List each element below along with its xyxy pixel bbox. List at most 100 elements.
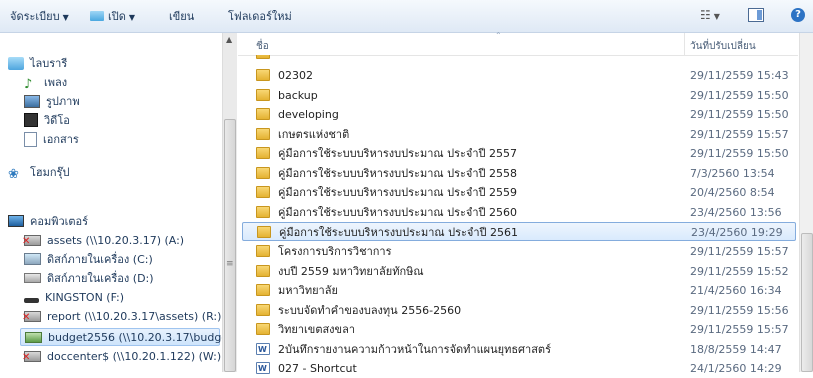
nav-drive-w[interactable]: ✕ doccenter$ (\\10.20.1.122) (W:) <box>22 348 222 366</box>
list-item[interactable]: ระบบจัดทำคำของบลงทุน 2556-2560 29/11/2559… <box>242 301 796 320</box>
item-date: 18/8/2559 14:47 <box>690 342 782 356</box>
chevron-down-icon: ▼ <box>62 13 69 22</box>
item-date: 24/1/2560 14:29 <box>690 362 782 376</box>
nav-label: โฮมกรุ๊ป <box>30 166 70 179</box>
nav-label: doccenter$ (\\10.20.1.122) (W:) <box>47 350 222 363</box>
folder-icon <box>256 108 270 121</box>
view-list-icon: ☷ <box>700 8 711 22</box>
preview-pane-button[interactable] <box>748 8 764 22</box>
file-list-scroll-thumb[interactable] <box>801 233 813 372</box>
list-item[interactable]: เกษตรแห่งชาติ 29/11/2559 15:57 <box>242 125 796 144</box>
list-item[interactable] <box>242 55 796 65</box>
list-item[interactable]: 027 - Shortcut 24/1/2560 14:29 <box>242 359 796 378</box>
network-drive-icon <box>25 331 42 343</box>
open-label: เปิด <box>108 10 126 23</box>
item-date: 23/4/2560 19:29 <box>691 226 783 240</box>
navigation-pane: ไลบรารี ♪ เพลง รูปภาพ วิดีโอ เอกสาร ❀ โฮมก… <box>0 33 232 372</box>
folder-icon <box>256 303 270 316</box>
folder-icon <box>256 147 270 160</box>
list-item[interactable]: คู่มือการใช้ระบบบริหารงบประมาณ ประจำปี 2… <box>242 203 796 222</box>
list-item[interactable]: developing 29/11/2559 15:50 <box>242 105 796 124</box>
nav-drive-r[interactable]: ✕ report (\\10.20.3.17\assets) (R:) <box>22 308 221 326</box>
list-item[interactable]: 2บันทึกรายงานความก้าวหน้าในการจัดทำแผนยุ… <box>242 340 796 359</box>
nav-homegroup[interactable]: ❀ โฮมกรุ๊ป <box>8 164 69 182</box>
open-button[interactable]: เปิด ▼ <box>90 9 135 25</box>
nav-scrollbar[interactable]: ▲ ≡ <box>222 33 237 372</box>
view-options-button[interactable]: ☷ ▼ <box>700 8 720 24</box>
folder-icon <box>256 69 270 81</box>
music-icon: ♪ <box>24 76 33 92</box>
nav-drive-d[interactable]: ดิสก์ภายในเครื่อง (D:) <box>24 270 154 288</box>
nav-drive-f[interactable]: KINGSTON (F:) <box>24 289 124 307</box>
computer-icon <box>8 215 24 227</box>
disconnected-icon: ✕ <box>22 351 31 363</box>
network-drive-icon: ✕ <box>22 310 41 322</box>
item-name: 2บันทึกรายงานความก้าวหน้าในการจัดทำแผนยุ… <box>278 342 551 356</box>
list-item[interactable]: คู่มือการใช้ระบบบริหารงบประมาณ ประจำปี 2… <box>242 183 796 202</box>
item-date: 29/11/2559 15:57 <box>690 323 789 337</box>
column-name[interactable]: ชื่อ <box>256 39 269 54</box>
documents-icon <box>24 131 37 147</box>
list-item[interactable]: คู่มือการใช้ระบบบริหารงบประมาณ ประจำปี 2… <box>242 222 796 242</box>
folder-icon <box>256 205 270 218</box>
burn-button[interactable]: เขียน <box>169 9 194 25</box>
network-drive-icon: ✕ <box>22 234 41 246</box>
folder-icon <box>256 323 270 336</box>
item-name: 02302 <box>278 69 313 82</box>
folder-icon <box>256 244 270 257</box>
homegroup-icon: ❀ <box>8 166 19 182</box>
nav-drive-budget[interactable]: budget2556 (\\10.20.3.17\budget <box>20 328 232 346</box>
nav-documents[interactable]: เอกสาร <box>24 131 79 149</box>
nav-label: วิดีโอ <box>44 114 70 127</box>
item-date: 20/4/2560 8:54 <box>690 186 775 200</box>
nav-drive-c[interactable]: ดิสก์ภายในเครื่อง (C:) <box>24 251 153 269</box>
nav-drive-a[interactable]: ✕ assets (\\10.20.3.17) (A:) <box>22 232 185 250</box>
item-date: 7/3/2560 13:54 <box>690 166 775 180</box>
pictures-icon <box>24 94 40 108</box>
list-item[interactable]: คู่มือการใช้ระบบบริหารงบประมาณ ประจำปี 2… <box>242 144 796 163</box>
list-item[interactable]: วิทยาเขตสงขลา 29/11/2559 15:57 <box>242 320 796 339</box>
list-item[interactable]: คู่มือการใช้ระบบบริหารงบประมาณ ประจำปี 2… <box>242 164 796 183</box>
help-button[interactable]: ? <box>791 8 805 22</box>
column-divider[interactable] <box>684 33 685 55</box>
item-name: วิทยาเขตสงขลา <box>278 323 355 337</box>
new-folder-button[interactable]: โฟลเดอร์ใหม่ <box>228 9 292 25</box>
list-item[interactable]: โครงการบริการวิชาการ 29/11/2559 15:57 <box>242 242 796 261</box>
nav-music[interactable]: ♪ เพลง <box>24 74 67 92</box>
item-date: 29/11/2559 15:43 <box>690 69 789 82</box>
item-name: คู่มือการใช้ระบบบริหารงบประมาณ ประจำปี 2… <box>278 205 517 219</box>
list-item[interactable]: มหาวิทยาลัย 21/4/2560 16:34 <box>242 281 796 300</box>
nav-label: คอมพิวเตอร์ <box>30 215 89 228</box>
list-item[interactable]: 02302 29/11/2559 15:43 <box>242 66 796 85</box>
network-drive-icon: ✕ <box>22 350 41 363</box>
nav-scroll-thumb[interactable] <box>224 119 236 372</box>
nav-label: ไลบรารี <box>30 57 68 70</box>
list-item[interactable]: งบปี 2559 มหาวิทยาลัยทักษิณ 29/11/2559 15… <box>242 262 796 281</box>
nav-computer[interactable]: คอมพิวเตอร์ <box>8 213 88 231</box>
help-icon: ? <box>795 9 801 20</box>
item-date: 29/11/2559 15:50 <box>690 147 789 161</box>
item-date: 29/11/2559 15:50 <box>690 108 789 122</box>
column-header: ⌃ ชื่อ วันที่ปรับเปลี่ยน <box>238 31 798 56</box>
item-name: developing <box>278 108 339 122</box>
scroll-up-icon[interactable]: ▲ <box>226 35 232 44</box>
organize-button[interactable]: จัดระเบียบ ▼ <box>10 9 69 25</box>
column-date-modified[interactable]: วันที่ปรับเปลี่ยน <box>690 39 756 54</box>
folder-icon <box>256 284 270 297</box>
nav-pictures[interactable]: รูปภาพ <box>24 93 80 111</box>
nav-label: ดิสก์ภายในเครื่อง (D:) <box>47 272 154 285</box>
list-item[interactable]: backup 29/11/2559 15:50 <box>242 86 796 105</box>
item-name: backup <box>278 88 318 102</box>
file-list-scrollbar[interactable] <box>799 33 813 372</box>
preview-pane-icon <box>757 10 762 20</box>
chevron-down-icon: ▼ <box>128 13 136 22</box>
folder-icon <box>257 226 271 239</box>
folder-icon <box>256 55 270 59</box>
item-date: 29/11/2559 15:52 <box>690 264 789 278</box>
nav-videos[interactable]: วิดีโอ <box>24 112 70 130</box>
item-name: คู่มือการใช้ระบบบริหารงบประมาณ ประจำปี 2… <box>278 166 517 180</box>
nav-libraries[interactable]: ไลบรารี <box>8 55 67 73</box>
item-name: เกษตรแห่งชาติ <box>278 127 350 141</box>
item-name: ระบบจัดทำคำของบลงทุน 2556-2560 <box>278 303 462 317</box>
nav-label: assets (\\10.20.3.17) (A:) <box>47 234 185 247</box>
